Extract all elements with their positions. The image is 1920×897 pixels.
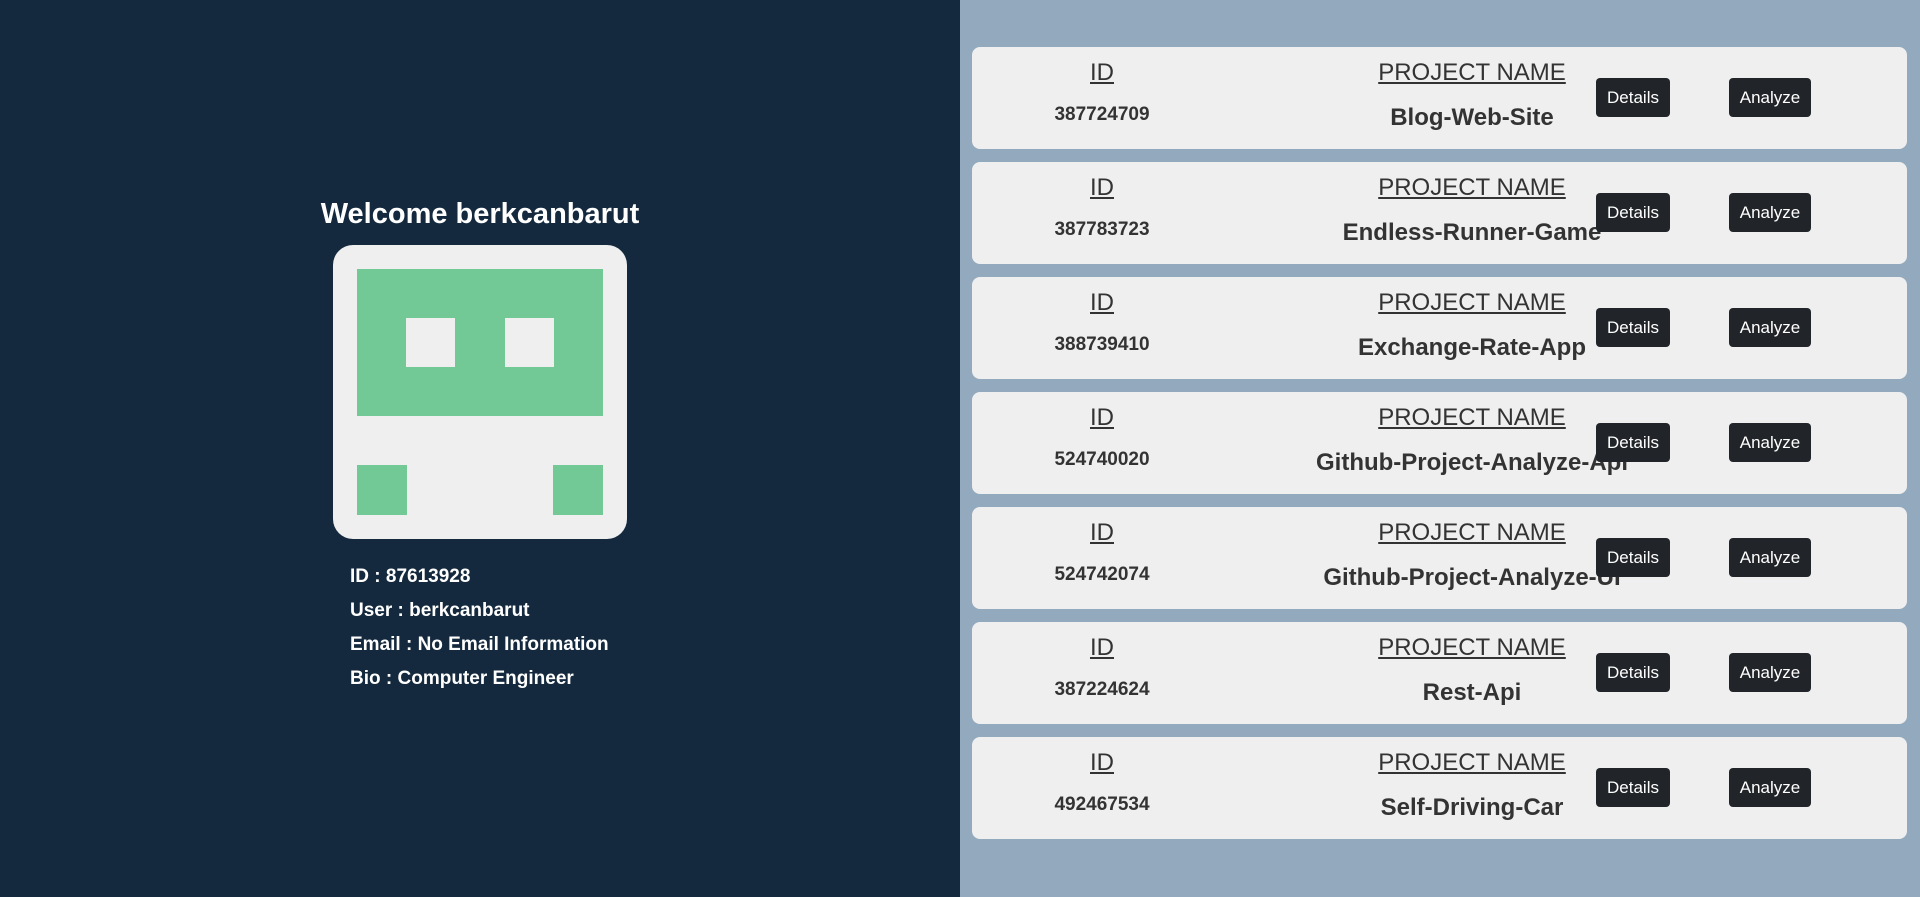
analyze-button[interactable]: Analyze (1729, 308, 1811, 347)
project-card: ID PROJECT NAME 524742074 Github-Project-An… (972, 507, 1907, 609)
details-button[interactable]: Details (1596, 308, 1670, 347)
id-header: ID (1090, 634, 1114, 661)
avatar-left-foot-block (357, 465, 407, 515)
user-email: Email : No Email Information (350, 634, 609, 655)
id-header: ID (1090, 59, 1114, 86)
user-id: ID : 87613928 (350, 566, 471, 587)
details-button[interactable]: Details (1596, 423, 1670, 462)
details-button[interactable]: Details (1596, 78, 1670, 117)
avatar-left-eye (406, 318, 455, 367)
details-button[interactable]: Details (1596, 193, 1670, 232)
analyze-button[interactable]: Analyze (1729, 193, 1811, 232)
id-header: ID (1090, 174, 1114, 201)
id-header: ID (1090, 519, 1114, 546)
avatar-head-block (357, 269, 603, 416)
project-card: ID PROJECT NAME 524740020 Github-Project-An… (972, 392, 1907, 494)
project-id: 387783723 (1054, 219, 1150, 240)
project-id: 388739410 (1054, 334, 1150, 355)
analyze-button[interactable]: Analyze (1729, 78, 1811, 117)
analyze-button[interactable]: Analyze (1729, 538, 1811, 577)
analyze-button[interactable]: Analyze (1729, 653, 1811, 692)
profile-panel: Welcome berkcanbarut ID : 87613928 User … (0, 0, 960, 897)
project-card: ID PROJECT NAME 387783723 Endless-Runner-Ga… (972, 162, 1907, 264)
id-header: ID (1090, 749, 1114, 776)
avatar-right-eye (505, 318, 554, 367)
project-id: 387724709 (1054, 104, 1150, 125)
user-bio: Bio : Computer Engineer (350, 668, 574, 689)
project-card: ID PROJECT NAME 388739410 Exchange-Rate-App… (972, 277, 1907, 379)
project-card: ID PROJECT NAME 492467534 Self-Driving-Car D… (972, 737, 1907, 839)
details-button[interactable]: Details (1596, 538, 1670, 577)
avatar-right-foot-block (553, 465, 603, 515)
project-card: ID PROJECT NAME 387224624 Rest-Api Details An… (972, 622, 1907, 724)
project-id: 524742074 (1054, 564, 1150, 585)
project-id: 524740020 (1054, 449, 1150, 470)
analyze-button[interactable]: Analyze (1729, 768, 1811, 807)
project-id: 492467534 (1054, 794, 1150, 815)
details-button[interactable]: Details (1596, 653, 1670, 692)
user-info: ID : 87613928 User : berkcanbarut Email … (350, 563, 609, 699)
projects-panel: ID PROJECT NAME 387724709 Blog-Web-Site Deta… (960, 0, 1920, 897)
welcome-title: Welcome berkcanbarut (320, 198, 640, 230)
id-header: ID (1090, 404, 1114, 431)
project-id: 387224624 (1054, 679, 1150, 700)
avatar (333, 245, 627, 539)
analyze-button[interactable]: Analyze (1729, 423, 1811, 462)
project-card: ID PROJECT NAME 387724709 Blog-Web-Site Deta… (972, 47, 1907, 149)
user-name: User : berkcanbarut (350, 600, 530, 621)
details-button[interactable]: Details (1596, 768, 1670, 807)
page: Welcome berkcanbarut ID : 87613928 User … (0, 0, 1920, 897)
id-header: ID (1090, 289, 1114, 316)
